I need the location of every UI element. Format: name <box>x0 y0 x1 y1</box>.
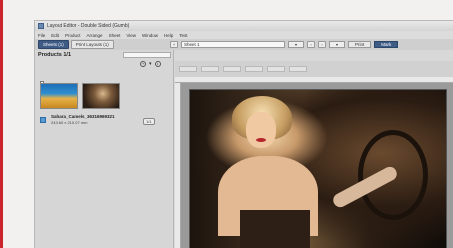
tab-print-layouts[interactable]: Print Layouts (1) <box>70 40 114 49</box>
print-toggle[interactable]: Print <box>348 41 372 48</box>
menu-arrange[interactable]: Arrange <box>87 33 103 38</box>
add-sheet-icon[interactable]: + <box>170 41 178 48</box>
left-accent-bar <box>0 0 3 248</box>
menu-help[interactable]: Help <box>164 33 173 38</box>
window-title: Layout Editor - Double Sided (Gumb) <box>47 23 130 29</box>
title-bar: Layout Editor - Double Sided (Gumb) <box>35 21 453 31</box>
sheet-selector[interactable]: Sheet 1 <box>181 41 285 48</box>
document-tools: + Sheet 1 ▾ ‹ › ▾ Print Mark <box>166 41 453 48</box>
menu-edit[interactable]: Edit <box>51 33 59 38</box>
app-icon <box>38 23 44 29</box>
layout-canvas[interactable] <box>181 83 453 248</box>
prev-sheet-icon[interactable]: ‹ <box>307 41 315 48</box>
placed-photo[interactable] <box>189 89 447 248</box>
product-search-input[interactable] <box>123 52 171 58</box>
photo-face <box>246 112 276 148</box>
menu-test[interactable]: Test <box>179 33 187 38</box>
add-product-icon[interactable]: + <box>140 61 146 67</box>
prop-field-x[interactable] <box>179 66 197 72</box>
menu-bar: File Edit Product Arrange Sheet View Win… <box>35 31 453 39</box>
products-panel: Products 1/1 + ▾ • Sahara_Camels_3631696… <box>35 50 174 248</box>
thumbnail-back[interactable] <box>82 83 120 109</box>
photo-lips <box>256 138 266 142</box>
properties-bar <box>175 61 453 77</box>
mark-toggle[interactable]: Mark <box>374 41 399 48</box>
menu-file[interactable]: File <box>38 33 45 38</box>
prop-field-rotate[interactable] <box>267 66 285 72</box>
menu-sheet[interactable]: Sheet <box>109 33 121 38</box>
product-checkbox[interactable] <box>40 117 46 123</box>
panel-actions: + ▾ • <box>140 61 161 67</box>
product-file-name: Sahara_Camels_36316969321 <box>51 114 115 119</box>
next-sheet-icon[interactable]: › <box>318 41 326 48</box>
prop-field-y[interactable] <box>201 66 219 72</box>
tab-sheets[interactable]: Sheets (1) <box>38 40 69 49</box>
product-dimensions: 243.60 x 210.07 mm <box>51 120 88 125</box>
prop-field-w[interactable] <box>223 66 241 72</box>
product-thumbnails <box>40 83 120 109</box>
view-mode-dropdown[interactable]: ▾ <box>329 41 345 48</box>
chevron-down-icon[interactable]: ▾ <box>149 61 152 67</box>
menu-view[interactable]: View <box>126 33 136 38</box>
thumbnail-front[interactable] <box>40 83 78 109</box>
prop-field-h[interactable] <box>245 66 263 72</box>
prop-field-scale[interactable] <box>289 66 307 72</box>
product-count-badge: 1/1 <box>143 118 155 125</box>
layout-editor-window: Layout Editor - Double Sided (Gumb) File… <box>34 20 453 248</box>
gear-icon[interactable]: • <box>154 61 161 67</box>
main-toolbar: Sheets (1) Print Layouts (1) + Sheet 1 ▾… <box>35 39 453 50</box>
sheet-options-dropdown[interactable]: ▾ <box>288 41 304 48</box>
menu-window[interactable]: Window <box>142 33 158 38</box>
menu-product[interactable]: Product <box>65 33 81 38</box>
panel-tabs: Sheets (1) Print Layouts (1) <box>35 40 166 49</box>
photo-dress <box>240 210 310 248</box>
